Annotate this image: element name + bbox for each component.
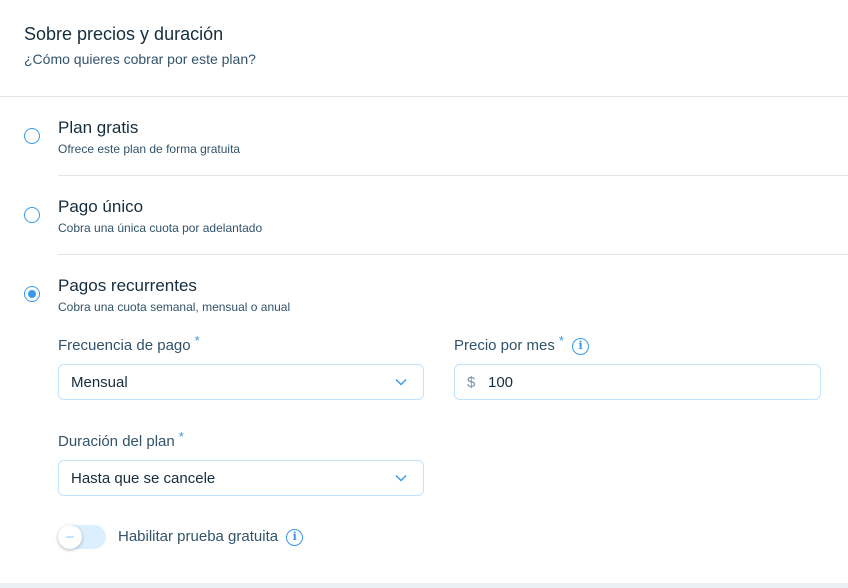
free-trial-toggle[interactable] [58, 525, 106, 549]
frequency-select-value: Mensual [71, 374, 128, 391]
price-label: Precio por mes * i [454, 333, 590, 355]
info-icon[interactable]: i [286, 528, 304, 546]
toggle-knob [58, 525, 82, 549]
info-icon[interactable]: i [572, 337, 590, 355]
footer-bar [0, 583, 848, 588]
chevron-down-icon [395, 475, 407, 482]
frequency-label: Frecuencia de pago * [58, 333, 200, 354]
price-input[interactable]: $ 100 [454, 364, 821, 400]
option-free-plan-description: Ofrece este plan de forma gratuita [58, 142, 241, 156]
free-trial-label-text: Habilitar prueba gratuita [118, 528, 279, 545]
free-trial-label: Habilitar prueba gratuita i [118, 528, 304, 546]
duration-label: Duración del plan * [58, 429, 184, 450]
frequency-select[interactable]: Mensual [58, 364, 424, 400]
option-one-time-payment-description: Cobra una única cuota por adelantado [58, 221, 263, 235]
divider [58, 254, 848, 255]
section-header: Sobre precios y duración ¿Cómo quieres c… [0, 0, 848, 97]
required-asterisk: * [178, 429, 184, 444]
radio-recurring-payments[interactable] [24, 286, 40, 302]
radio-free-plan[interactable] [24, 128, 40, 144]
option-free-plan-title: Plan gratis [58, 118, 139, 137]
required-asterisk: * [194, 333, 200, 348]
required-asterisk: * [558, 333, 564, 348]
option-recurring-payments-title: Pagos recurrentes [58, 276, 197, 295]
section-subtitle: ¿Cómo quieres cobrar por este plan? [24, 51, 256, 67]
option-recurring-payments-description: Cobra una cuota semanal, mensual o anual [58, 300, 291, 314]
price-label-text: Precio por mes [454, 337, 555, 354]
radio-one-time-payment[interactable] [24, 207, 40, 223]
section-title: Sobre precios y duración [24, 24, 224, 44]
currency-symbol: $ [467, 374, 476, 391]
duration-select[interactable]: Hasta que se cancele [58, 460, 424, 496]
frequency-label-text: Frecuencia de pago [58, 337, 191, 354]
divider [58, 175, 848, 176]
chevron-down-icon [395, 379, 407, 386]
duration-label-text: Duración del plan [58, 433, 175, 450]
price-input-value: 100 [488, 374, 514, 391]
duration-select-value: Hasta que se cancele [71, 470, 216, 487]
option-one-time-payment-title: Pago único [58, 197, 144, 216]
